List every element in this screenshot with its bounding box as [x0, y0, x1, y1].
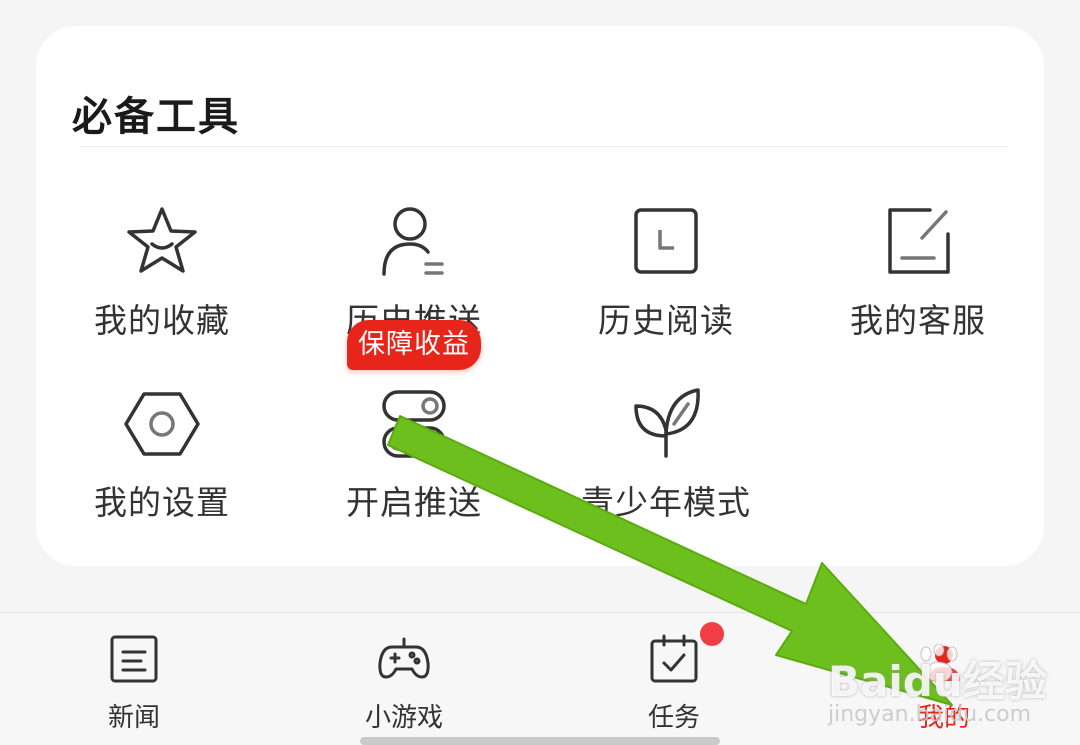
tab-label: 新闻	[107, 703, 160, 733]
tool-settings[interactable]: 我的设置	[52, 386, 272, 536]
tab-profile[interactable]: 我的	[854, 613, 1034, 745]
tool-favorites[interactable]: 我的收藏	[52, 204, 272, 354]
toggle-push-icon	[376, 386, 452, 462]
gamepad-icon	[378, 633, 430, 685]
user-history-icon	[376, 204, 452, 280]
settings-hexagon-icon	[124, 386, 200, 462]
leaf-icon	[628, 386, 704, 462]
tools-card: 必备工具 我的收藏 历史推送 历史阅读	[36, 26, 1044, 566]
tool-label: 开启推送	[346, 483, 482, 522]
tab-label: 小游戏	[364, 703, 443, 733]
tool-label: 我的设置	[94, 483, 230, 522]
profile-icon	[918, 633, 970, 685]
tool-reading-history[interactable]: 历史阅读	[556, 204, 776, 354]
bottom-tab-bar: 新闻 小游戏 任务 我的	[0, 612, 1080, 745]
divider	[80, 146, 1008, 147]
earnings-badge: 保障收益	[347, 320, 481, 370]
home-indicator[interactable]	[360, 737, 720, 745]
section-title: 必备工具	[72, 94, 240, 140]
tool-label: 青少年模式	[581, 483, 751, 522]
tab-news[interactable]: 新闻	[44, 613, 224, 745]
tab-label: 我的	[917, 703, 970, 733]
tab-tasks[interactable]: 任务	[584, 613, 764, 745]
tool-customer-service[interactable]: 我的客服	[808, 204, 1028, 354]
reading-history-icon	[628, 204, 704, 280]
tool-label: 我的收藏	[94, 301, 230, 340]
task-icon	[648, 633, 700, 685]
notification-dot	[700, 622, 724, 646]
tab-label: 任务	[647, 703, 700, 733]
tab-mini-games[interactable]: 小游戏	[314, 613, 494, 745]
tool-label: 历史阅读	[598, 301, 734, 340]
news-icon	[108, 633, 160, 685]
star-icon	[124, 204, 200, 280]
tool-label: 我的客服	[850, 301, 986, 340]
edit-service-icon	[880, 204, 956, 280]
tool-enable-push[interactable]: 开启推送	[304, 386, 524, 536]
tool-teen-mode[interactable]: 青少年模式	[556, 386, 776, 536]
